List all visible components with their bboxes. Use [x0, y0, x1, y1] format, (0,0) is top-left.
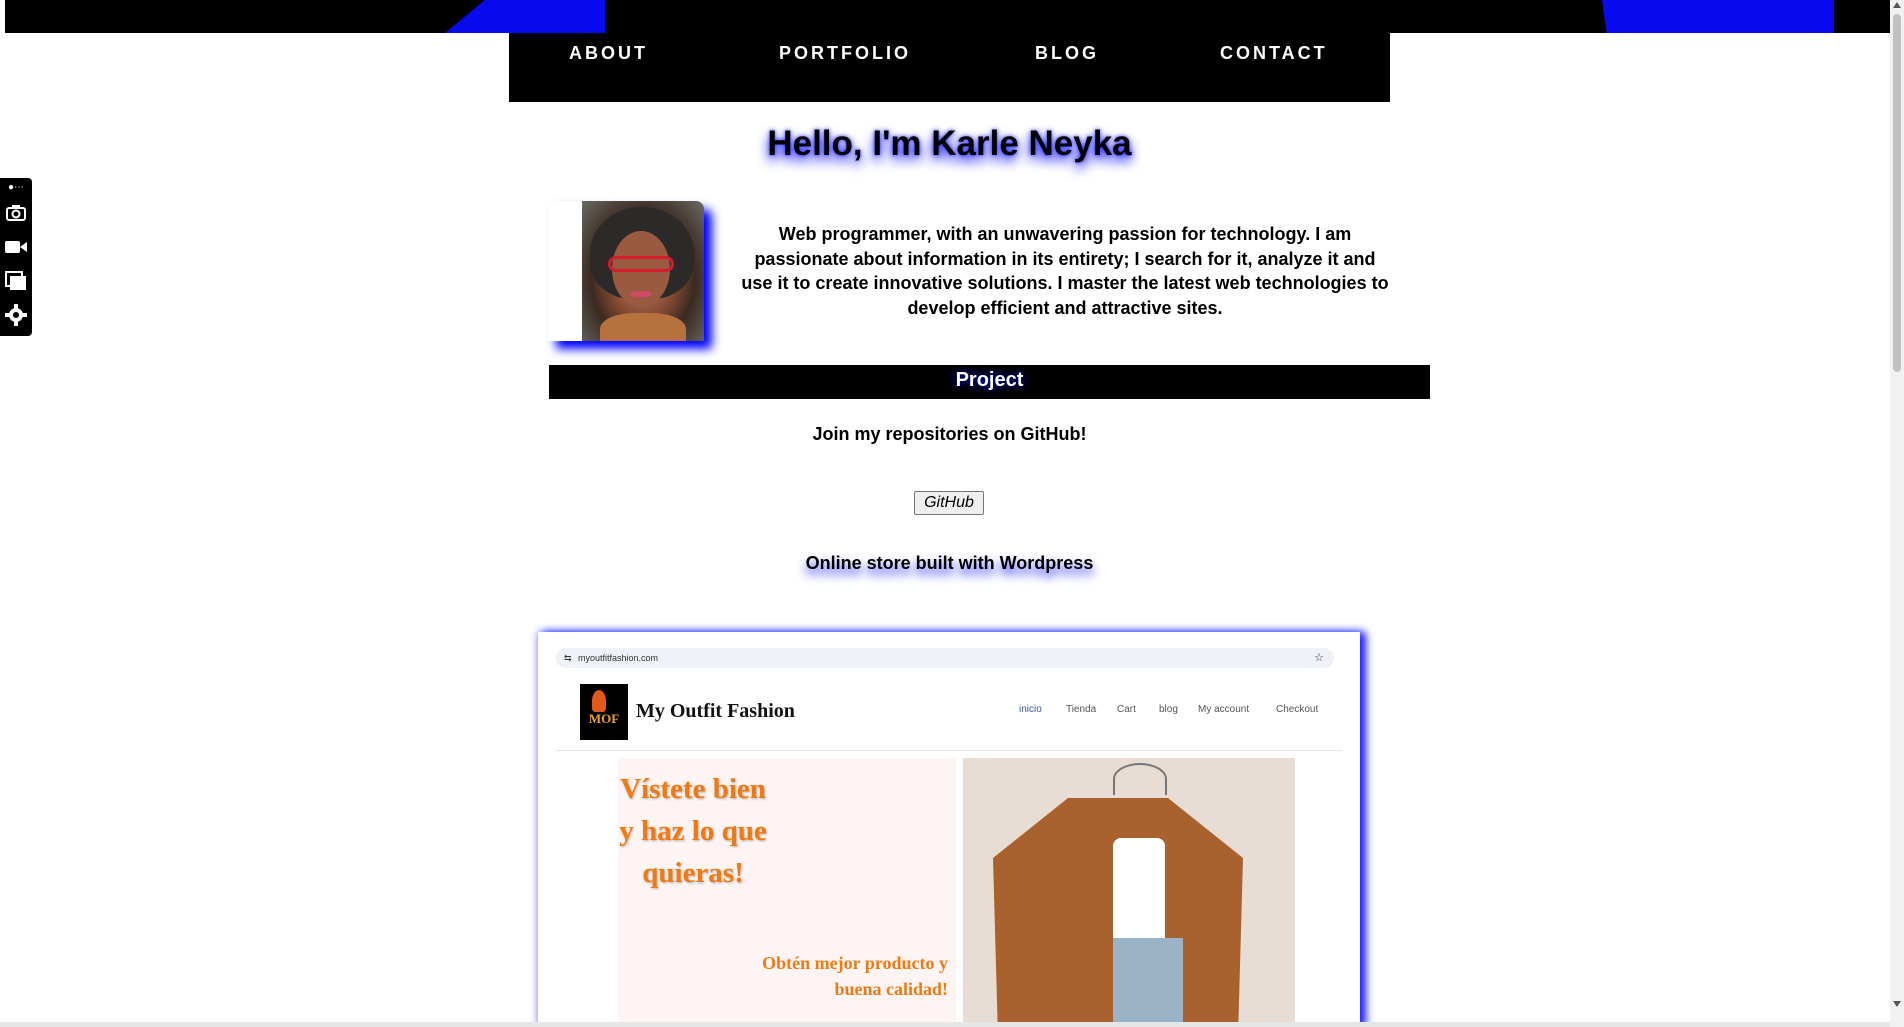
store-hero-image [963, 758, 1295, 1027]
store-menu-item: blog [1159, 704, 1178, 715]
pin-icon[interactable]: ●⋯ [3, 180, 29, 194]
nav-blog[interactable]: BLOG [1035, 43, 1099, 64]
screenshot-url: myoutfitfashion.com [578, 653, 659, 663]
scroll-up-icon[interactable] [1893, 2, 1901, 8]
blue-decoration [1602, 0, 1834, 33]
site-settings-icon: ⇆ [564, 653, 572, 663]
github-invite-text: Join my repositories on GitHub! [812, 424, 1087, 444]
intro-text: Web programmer, with an unwavering passi… [741, 224, 1389, 318]
window-icon[interactable] [3, 268, 29, 294]
store-screenshot[interactable]: ⇆ myoutfitfashion.com ☆ MOF My Outfit Fa… [538, 632, 1360, 1027]
video-icon[interactable] [3, 234, 29, 260]
store-hero-title: Vístete bien y haz lo que quieras! [619, 773, 767, 889]
vertical-scrollbar[interactable] [1890, 0, 1904, 1027]
star-icon: ☆ [1314, 652, 1324, 664]
top-bar [5, 0, 1895, 33]
nav-about[interactable]: ABOUT [569, 43, 648, 64]
screenshot-url-bar: ⇆ myoutfitfashion.com ☆ [556, 648, 1334, 668]
page-title: Hello, I'm Karle Neyka [767, 124, 1132, 163]
project-heading: Project [549, 365, 1430, 399]
nav-portfolio[interactable]: PORTFOLIO [779, 43, 911, 64]
store-caption: Online store built with Wordpress [805, 553, 1094, 573]
gear-icon[interactable] [3, 302, 29, 328]
profile-photo [582, 201, 704, 341]
scroll-down-icon[interactable] [1893, 1001, 1901, 1007]
main-nav: ABOUT PORTFOLIO BLOG CONTACT [509, 33, 1390, 102]
store-logo: MOF [580, 684, 628, 740]
store-menu-item: Checkout [1276, 704, 1319, 715]
nav-contact[interactable]: CONTACT [1220, 43, 1328, 64]
divider [556, 750, 1342, 751]
scrollbar-thumb[interactable] [1893, 14, 1901, 372]
bottom-edge [0, 1022, 1890, 1027]
store-menu-item: inicio [1019, 704, 1042, 715]
blue-decoration [445, 0, 605, 33]
floating-toolbar: ●⋯ [0, 178, 32, 336]
store-menu-item: Tienda [1066, 704, 1097, 715]
store-menu-item: Cart [1117, 704, 1136, 715]
store-menu-item: My account [1198, 704, 1250, 715]
camera-icon[interactable] [3, 200, 29, 226]
store-brand: My Outfit Fashion [636, 700, 795, 722]
store-logo-text: MOF [588, 711, 620, 726]
github-button[interactable]: GitHub [914, 491, 984, 515]
store-hero-subtitle: Obtén mejor producto y buena calidad! [762, 953, 948, 999]
